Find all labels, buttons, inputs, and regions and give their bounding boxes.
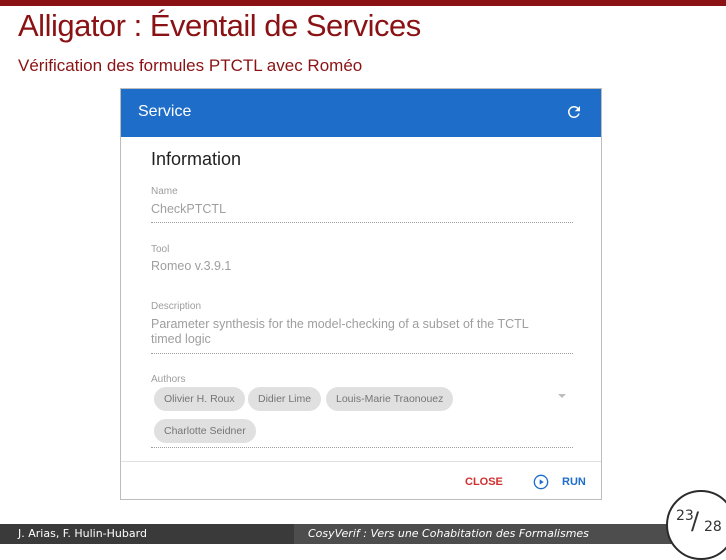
- description-field[interactable]: Parameter synthesis for the model-checki…: [151, 317, 551, 347]
- page-total: 28: [704, 519, 722, 535]
- author-chip[interactable]: Louis-Marie Traonouez: [326, 387, 454, 411]
- chevron-down-icon[interactable]: [558, 394, 566, 398]
- name-label: Name: [151, 186, 178, 197]
- slide-title: Alligator : Éventail de Services: [18, 8, 421, 43]
- top-accent-bar: [0, 0, 726, 6]
- footer-talk-title: CosyVerif : Vers une Cohabitation des Fo…: [294, 524, 726, 544]
- author-chip[interactable]: Olivier H. Roux: [154, 387, 245, 411]
- tool-field[interactable]: Romeo v.3.9.1: [151, 259, 551, 274]
- description-label: Description: [151, 301, 202, 312]
- footer-authors: J. Arias, F. Hulin-Hubard: [0, 524, 294, 544]
- name-field[interactable]: CheckPTCTL: [151, 202, 551, 217]
- page-separator: /: [691, 507, 700, 535]
- card-heading: Information: [151, 149, 242, 169]
- authors-underline: [151, 447, 573, 448]
- app-bar-title: Service: [138, 103, 192, 120]
- authors-label: Authors: [151, 374, 186, 385]
- author-chip[interactable]: Didier Lime: [248, 387, 322, 411]
- play-circle-icon[interactable]: [533, 474, 549, 490]
- description-underline: [151, 353, 573, 354]
- slide-subtitle: Vérification des formules PTCTL avec Rom…: [18, 56, 363, 75]
- slide-footer: J. Arias, F. Hulin-Hubard CosyVerif : Ve…: [0, 524, 726, 544]
- name-underline: [151, 222, 573, 223]
- close-button[interactable]: CLOSE: [465, 476, 503, 488]
- dialog-actions: CLOSE RUN: [121, 461, 601, 502]
- author-chip[interactable]: Charlotte Seidner: [154, 419, 256, 443]
- information-card: Information Name CheckPTCTL Tool Romeo v…: [121, 137, 601, 459]
- app-bar: Service: [121, 89, 601, 137]
- tool-label: Tool: [151, 244, 170, 255]
- service-window: Service Information Name CheckPTCTL Tool…: [120, 88, 602, 500]
- run-button[interactable]: RUN: [562, 476, 586, 488]
- refresh-icon[interactable]: [565, 103, 583, 121]
